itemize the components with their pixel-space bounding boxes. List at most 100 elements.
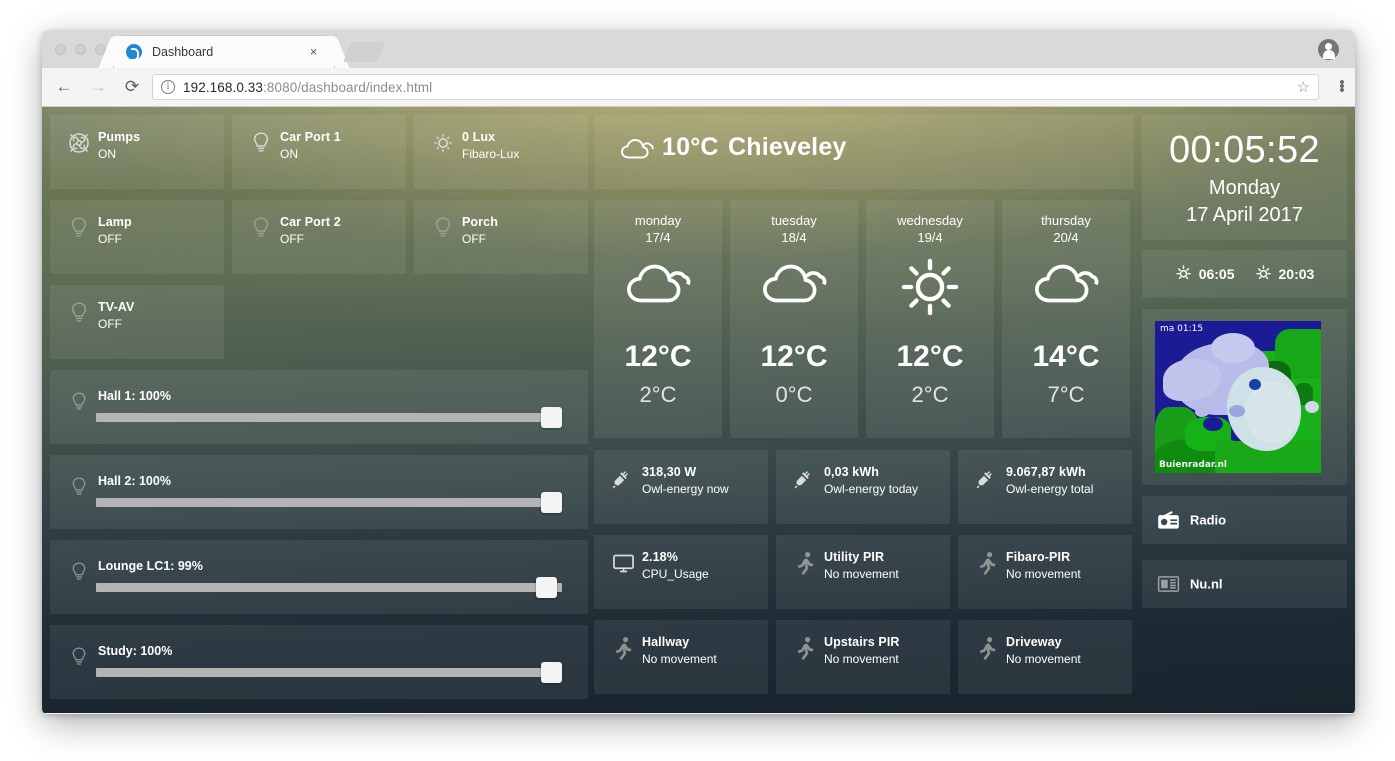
clock-tile: 00:05:52 Monday 17 April 2017 (1142, 115, 1347, 240)
forecast-card-monday[interactable]: monday 17/4 12°C 2°C (594, 200, 722, 438)
tile-value: CPU_Usage (642, 567, 709, 581)
tile-driveway[interactable]: Driveway No movement (958, 620, 1132, 694)
tile-title: 2.18% (642, 550, 678, 564)
forecast-high: 12°C (624, 340, 692, 373)
tile-car-port-2[interactable]: Car Port 2 OFF (232, 200, 406, 274)
forecast-card-thursday[interactable]: thursday 20/4 14°C 7°C (1002, 200, 1130, 438)
screenshot-root: Dashboard × ← → ⟳ i 192.168.0.33:8080/da… (0, 0, 1395, 761)
sunrise-icon (1175, 264, 1192, 284)
weather-current[interactable]: 10°C Chieveley (594, 115, 1134, 189)
new-tab-button[interactable] (343, 42, 385, 62)
motion-icon (610, 635, 636, 661)
radar-source: Buienradar.nl (1159, 460, 1227, 470)
sunset-group: 20:03 (1255, 264, 1314, 284)
link-tile-nunl[interactable]: Nu.nl (1142, 560, 1347, 608)
tile-value: OFF (98, 232, 122, 246)
sunrise-group: 06:05 (1175, 264, 1235, 284)
slider-tile-hall-2[interactable]: Hall 2: 100% (50, 455, 588, 529)
tile-pumps[interactable]: Pumps ON (50, 115, 224, 189)
tile-owl-energy-now[interactable]: 318,30 W Owl-energy now (594, 450, 768, 524)
plug-icon (974, 465, 1000, 491)
reload-icon[interactable]: ⟳ (120, 75, 144, 99)
slider-track[interactable] (96, 492, 562, 513)
forecast-day: wednesday (897, 213, 963, 228)
slider-knob[interactable] (541, 407, 562, 428)
tile-title: Porch (462, 215, 498, 229)
bulb-icon (66, 644, 92, 670)
tile-tv-av[interactable]: TV-AV OFF (50, 285, 224, 359)
sunset-icon (1255, 264, 1272, 284)
clock-weekday: Monday (1208, 177, 1281, 199)
sun-times-row: 06:05 20:03 (1142, 250, 1347, 298)
tile-value: OFF (98, 317, 122, 331)
sun-small-icon (430, 130, 456, 156)
tile-porch[interactable]: Porch OFF (414, 200, 588, 274)
bulb-icon (66, 389, 92, 415)
forecast-date: 19/4 (917, 230, 943, 245)
tile-value: No movement (824, 567, 899, 581)
forecast-day: monday (634, 213, 682, 228)
slider-track[interactable] (96, 407, 562, 428)
radar-tile[interactable]: ma 01:15 Buienradar.nl (1142, 309, 1347, 485)
address-bar[interactable]: i 192.168.0.33:8080/dashboard/index.html… (152, 74, 1319, 100)
browser-tab[interactable]: Dashboard × (114, 36, 334, 68)
tile-fibaro-pir[interactable]: Fibaro-PIR No movement (958, 535, 1132, 609)
tile-upstairs-pir[interactable]: Upstairs PIR No movement (776, 620, 950, 694)
tile-car-port-1[interactable]: Car Port 1 ON (232, 115, 406, 189)
tile-cpu-usage[interactable]: 2.18% CPU_Usage (594, 535, 768, 609)
forecast-card-tuesday[interactable]: tuesday 18/4 12°C 0°C (730, 200, 858, 438)
sunny-icon (866, 258, 994, 316)
forward-icon[interactable]: → (86, 75, 110, 99)
url-path: :8080/dashboard/index.html (263, 79, 433, 95)
tile-value: No movement (642, 652, 717, 666)
slider-track[interactable] (96, 662, 562, 683)
url-host: 192.168.0.33 (183, 79, 264, 95)
tile-title: Hallway (642, 635, 690, 649)
dashboard: Pumps ON Car Port 1 ON 0 Lux Fibaro-Lux … (42, 107, 1355, 713)
close-window-button[interactable] (55, 44, 66, 55)
slider-knob[interactable] (541, 662, 562, 683)
slider-knob[interactable] (536, 577, 558, 598)
newspaper-icon (1156, 572, 1180, 596)
forecast-date: 20/4 (1053, 230, 1079, 245)
link-tile-radio[interactable]: Radio (1142, 496, 1347, 544)
tile-owl-energy-total[interactable]: 9.067,87 kWh Owl-energy total (958, 450, 1132, 524)
tile-title: Upstairs PIR (824, 635, 900, 649)
sun-times-tile: 06:05 20:03 (1142, 250, 1347, 298)
tile-title: TV-AV (98, 300, 135, 314)
radar-image: ma 01:15 Buienradar.nl (1155, 321, 1321, 473)
close-icon[interactable]: × (307, 45, 320, 58)
link-label: Radio (1190, 512, 1227, 528)
tile-0-lux[interactable]: 0 Lux Fibaro-Lux (414, 115, 588, 189)
current-city: Chieveley (728, 133, 847, 161)
tile-lamp[interactable]: Lamp OFF (50, 200, 224, 274)
slider-tile-hall-1[interactable]: Hall 1: 100% (50, 370, 588, 444)
bookmark-star-icon[interactable]: ☆ (1297, 78, 1310, 96)
browser-tabstrip: Dashboard × (42, 30, 1355, 68)
slider-tile-lounge-lc1[interactable]: Lounge LC1: 99% (50, 540, 588, 614)
slider-tile-study[interactable]: Study: 100% (50, 625, 588, 699)
tile-title: Driveway (1006, 635, 1062, 649)
back-icon[interactable]: ← (52, 75, 76, 99)
window-controls[interactable] (55, 44, 106, 55)
menu-kebab-icon[interactable]: • • • (1329, 75, 1355, 98)
avatar[interactable] (1318, 39, 1339, 60)
cloudy-icon (594, 258, 722, 310)
url-text: 192.168.0.33:8080/dashboard/index.html (183, 80, 432, 95)
minimize-window-button[interactable] (75, 44, 86, 55)
slider-label: Hall 1: 100% (98, 389, 171, 403)
forecast-low: 7°C (1047, 382, 1085, 407)
tile-value: Fibaro-Lux (462, 147, 520, 161)
tile-value: OFF (280, 232, 304, 246)
tile-owl-energy-today[interactable]: 0,03 kWh Owl-energy today (776, 450, 950, 524)
tile-utility-pir[interactable]: Utility PIR No movement (776, 535, 950, 609)
forecast-low: 0°C (775, 382, 813, 407)
cloudy-icon (1002, 258, 1130, 310)
forecast-card-wednesday[interactable]: wednesday 19/4 12°C 2°C (866, 200, 994, 438)
slider-label: Hall 2: 100% (98, 474, 171, 488)
slider-track[interactable] (96, 577, 562, 598)
slider-knob[interactable] (541, 492, 562, 513)
tile-hallway[interactable]: Hallway No movement (594, 620, 768, 694)
bulb-icon (248, 130, 274, 156)
info-icon[interactable]: i (161, 80, 175, 94)
